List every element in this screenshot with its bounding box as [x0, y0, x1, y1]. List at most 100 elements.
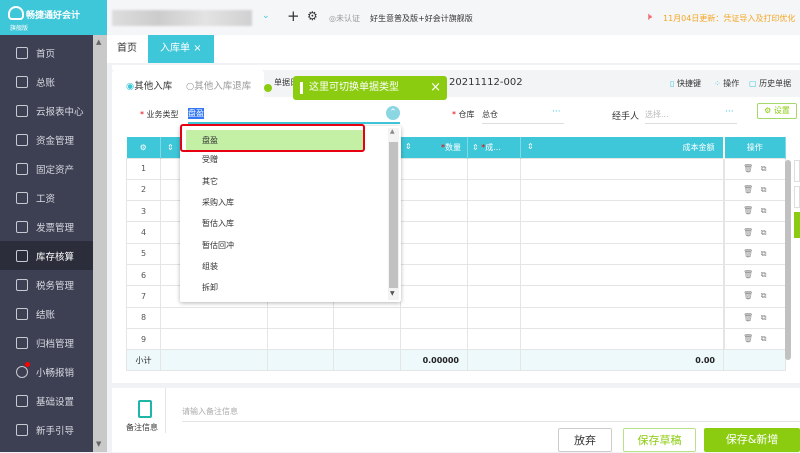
save-and-new-button[interactable]: 保存&新增 — [704, 428, 800, 452]
tab-inbound[interactable]: 入库单 × — [148, 35, 214, 63]
header-amount[interactable]: ⇕ 成本金额 — [520, 137, 724, 158]
copy-icon[interactable]: ⧉ — [761, 270, 767, 279]
notes-input[interactable]: 请输入备注信息 — [182, 406, 800, 422]
copy-icon[interactable]: ⧉ — [761, 249, 767, 258]
cell[interactable] — [267, 306, 334, 329]
row-actions[interactable]: 🗑 ⧉ — [722, 157, 786, 180]
sidebar-item[interactable]: 新手引导 — [0, 415, 93, 444]
tooltip-close-icon[interactable]: × — [430, 76, 441, 100]
table-scrollbar[interactable] — [785, 160, 791, 360]
delete-icon[interactable]: 🗑 — [743, 291, 753, 300]
side-panel-tab[interactable] — [794, 186, 800, 208]
row-actions[interactable]: 🗑 ⧉ — [722, 263, 786, 287]
copy-icon[interactable]: ⧉ — [761, 313, 767, 322]
column-settings-icon[interactable]: ⚙ — [126, 137, 161, 158]
row-actions[interactable]: 🗑 ⧉ — [722, 221, 786, 244]
cell[interactable] — [467, 263, 521, 287]
sidebar-item[interactable]: 基础设置 — [0, 386, 93, 415]
dropdown-scroll-thumb[interactable] — [389, 142, 398, 288]
copy-icon[interactable]: ⧉ — [761, 228, 767, 237]
add-icon[interactable]: + — [287, 7, 300, 25]
row-actions[interactable]: 🗑 ⧉ — [722, 242, 786, 265]
sidebar-item[interactable]: 工资 — [0, 183, 93, 212]
cell[interactable] — [467, 178, 521, 202]
cell[interactable] — [400, 285, 468, 308]
header-qty[interactable]: ⇕ *数量 — [400, 137, 468, 158]
biz-type-select[interactable]: 盘盈 ⌃ — [188, 104, 400, 124]
sidebar-item[interactable]: 库存核算 — [0, 241, 93, 270]
sidebar-item[interactable]: 云报表中心 — [0, 96, 93, 125]
cell[interactable] — [400, 242, 468, 265]
row-actions[interactable]: 🗑 ⧉ — [722, 200, 786, 223]
sidebar-item[interactable]: 归档管理 — [0, 328, 93, 357]
more-icon[interactable]: ··· — [725, 107, 734, 117]
dropdown-option[interactable]: 暂估回冲 — [180, 235, 380, 256]
shortcut-button[interactable]: ▯ 快捷键 — [670, 78, 701, 89]
dropdown-option[interactable]: 受赠 — [180, 149, 380, 170]
cell[interactable] — [467, 221, 521, 244]
copy-icon[interactable]: ⧉ — [761, 185, 767, 194]
cell[interactable] — [467, 157, 521, 180]
warehouse-field[interactable]: 总仓 ··· — [482, 104, 564, 124]
delete-icon[interactable]: 🗑 — [743, 206, 753, 215]
handler-field[interactable]: 选择... ··· — [645, 104, 737, 124]
unverified-badge[interactable]: ◎未认证 — [329, 13, 360, 24]
dropdown-option[interactable]: 组装 — [180, 256, 380, 277]
save-draft-button[interactable]: 保存草稿 — [623, 428, 696, 452]
sidebar-item[interactable]: 发票管理 — [0, 212, 93, 241]
side-panel-tab[interactable] — [794, 160, 800, 182]
cell[interactable] — [400, 306, 468, 329]
sidebar-item[interactable]: 税务管理 — [0, 270, 93, 299]
cell[interactable] — [400, 263, 468, 287]
row-actions[interactable]: 🗑 ⧉ — [722, 327, 786, 351]
settings-button[interactable]: ⚙ 设置 — [757, 103, 797, 119]
delete-icon[interactable]: 🗑 — [743, 334, 753, 343]
cell[interactable] — [520, 285, 724, 308]
sidebar-item[interactable]: 首页 — [0, 38, 93, 67]
history-button[interactable]: ▢ 历史单据 — [749, 78, 791, 89]
cell[interactable] — [467, 200, 521, 223]
dropdown-option[interactable]: 其它 — [180, 171, 380, 192]
row-actions[interactable]: 🗑 ⧉ — [722, 178, 786, 202]
cell[interactable] — [520, 306, 724, 329]
dropdown-option[interactable]: 采购入库 — [180, 192, 380, 213]
cell[interactable] — [520, 200, 724, 223]
radio-other-inbound[interactable]: ◉其他入库 — [126, 78, 172, 92]
cell[interactable] — [467, 327, 521, 351]
row-actions[interactable]: 🗑 ⧉ — [722, 285, 786, 308]
cell[interactable] — [520, 242, 724, 265]
cell[interactable] — [267, 327, 334, 351]
delete-icon[interactable]: 🗑 — [743, 249, 753, 258]
sidebar-item[interactable]: 固定资产 — [0, 154, 93, 183]
cell[interactable] — [160, 306, 268, 329]
cell[interactable] — [467, 306, 521, 329]
cell[interactable] — [520, 221, 724, 244]
cell[interactable] — [400, 200, 468, 223]
more-icon[interactable]: ··· — [552, 107, 561, 117]
close-icon[interactable]: × — [193, 43, 201, 54]
dropdown-option[interactable]: 拆卸 — [180, 277, 380, 298]
cell[interactable] — [520, 157, 724, 180]
cell[interactable] — [160, 327, 268, 351]
delete-icon[interactable]: 🗑 — [743, 185, 753, 194]
cell[interactable] — [520, 327, 724, 351]
operate-button[interactable]: ⁘ 操作 — [714, 78, 739, 89]
sidebar-item[interactable]: 结账 — [0, 299, 93, 328]
cell[interactable] — [400, 178, 468, 202]
dropdown-option[interactable]: 暂估入库 — [180, 213, 380, 234]
chevron-up-icon[interactable]: ⌃ — [386, 106, 400, 120]
company-selector[interactable] — [112, 10, 252, 26]
cell[interactable] — [333, 327, 401, 351]
copy-icon[interactable]: ⧉ — [761, 334, 767, 343]
cell[interactable] — [400, 221, 468, 244]
chevron-down-icon[interactable]: ⌄ — [262, 11, 270, 21]
copy-icon[interactable]: ⧉ — [761, 206, 767, 215]
sidebar-item[interactable]: 资金管理 — [0, 125, 93, 154]
sidebar-item[interactable]: 总账 — [0, 67, 93, 96]
sidebar-item[interactable]: 小畅报销 — [0, 357, 93, 386]
radio-other-inbound-return[interactable]: ○其他入库退库 — [186, 78, 251, 92]
delete-icon[interactable]: 🗑 — [743, 313, 753, 322]
copy-icon[interactable]: ⧉ — [761, 164, 767, 173]
copy-icon[interactable]: ⧉ — [761, 291, 767, 300]
gear-icon[interactable]: ⚙ — [307, 9, 318, 23]
